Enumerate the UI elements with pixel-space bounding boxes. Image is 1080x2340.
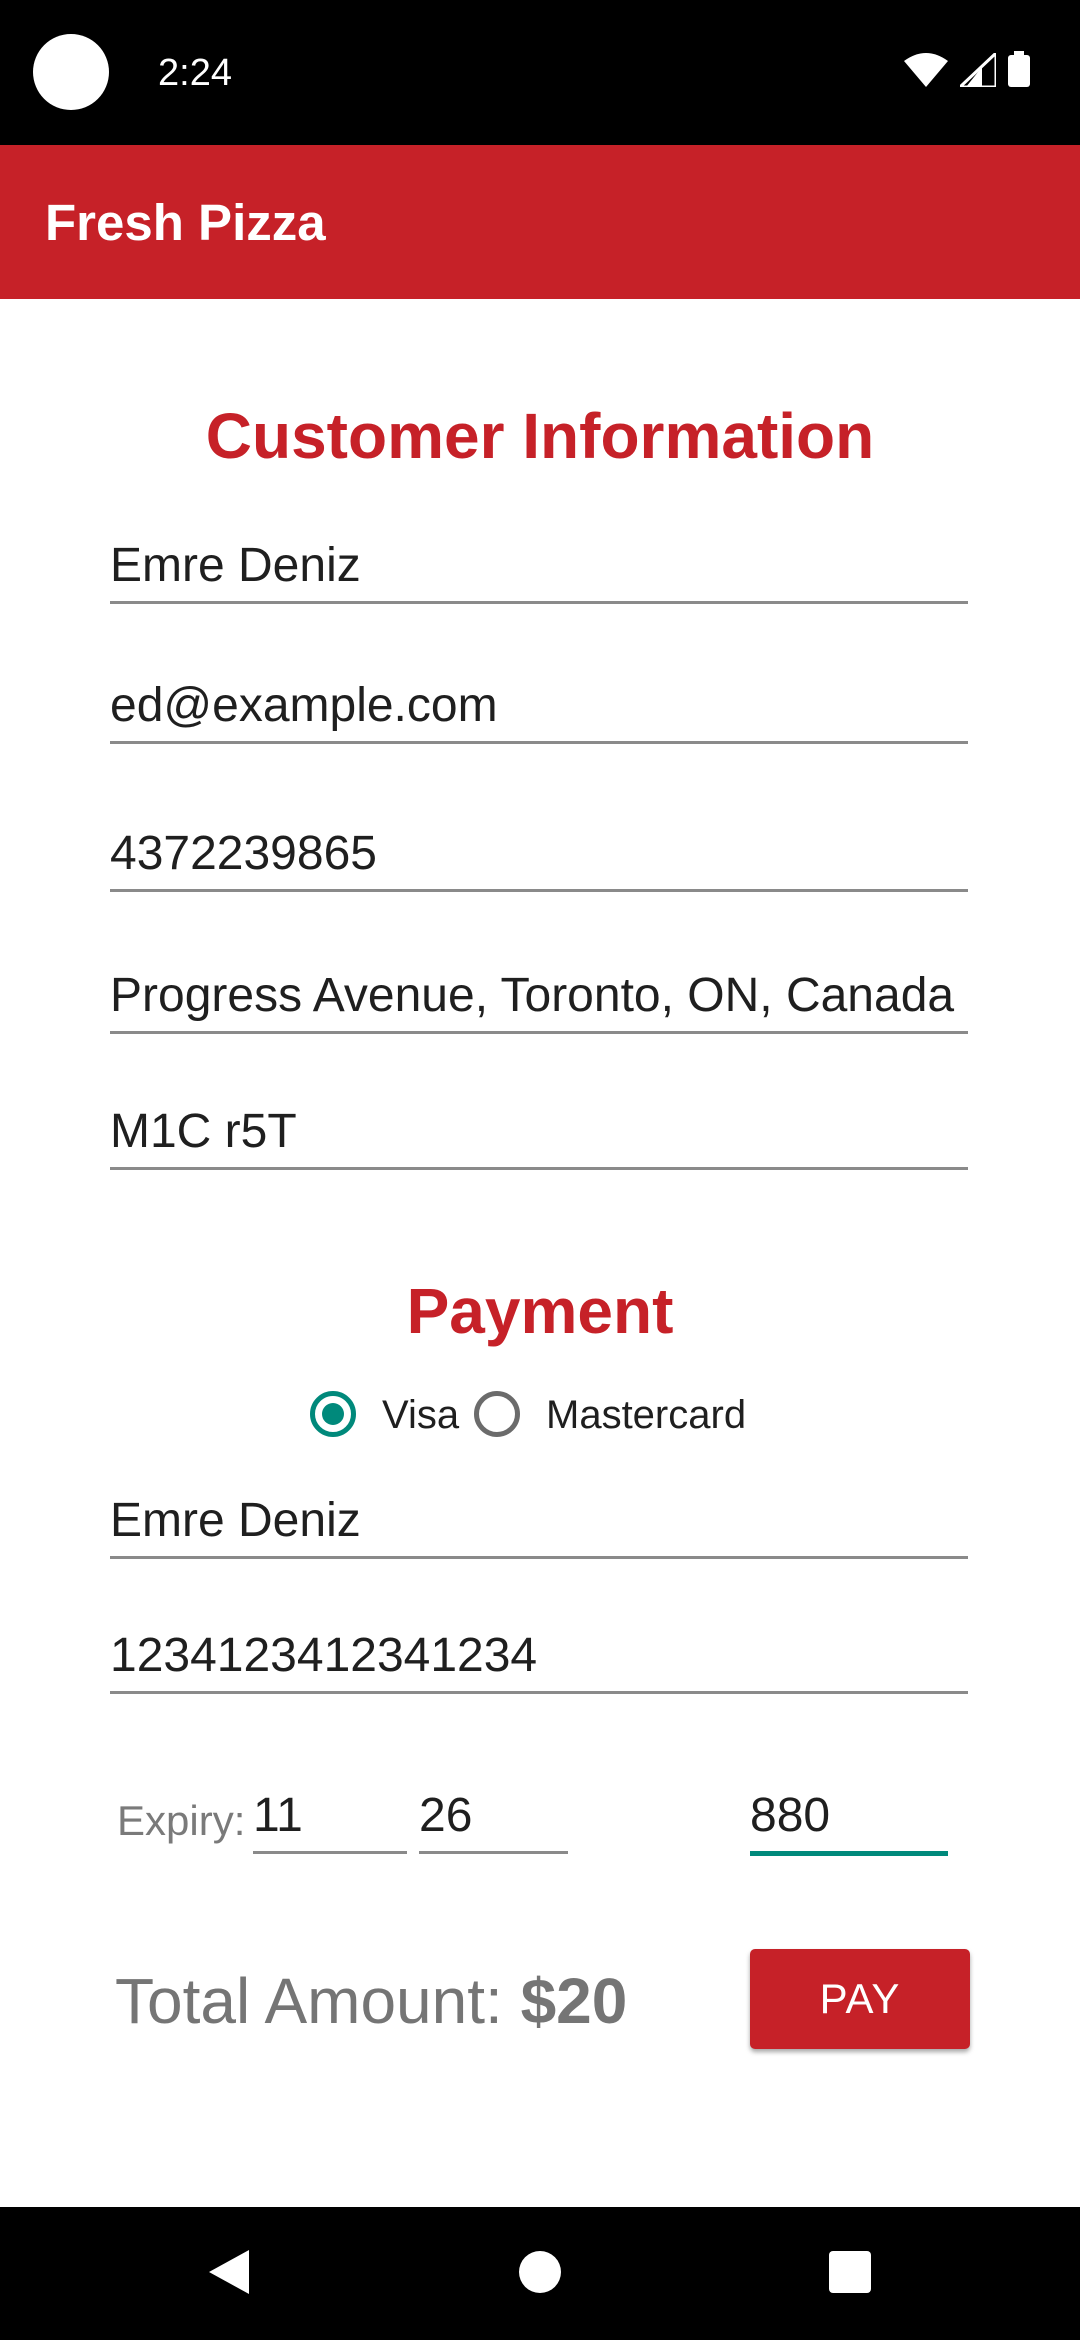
app-bar: Fresh Pizza (0, 145, 1080, 299)
order-form: Customer Information Emre Deniz ed@examp… (0, 299, 1080, 2207)
status-icons (904, 49, 1030, 92)
postal-code-field[interactable]: M1C r5T (110, 1097, 968, 1170)
phone-field[interactable]: 4372239865 (110, 819, 968, 892)
address-field[interactable]: Progress Avenue, Toronto, ON, Canada (110, 961, 968, 1034)
cell-signal-icon (956, 49, 998, 92)
cvv-field[interactable]: 880 (750, 1781, 948, 1856)
visa-label[interactable]: Visa (382, 1393, 459, 1438)
battery-icon (1008, 51, 1030, 92)
payment-heading: Payment (406, 1275, 674, 1347)
total-value: $20 (520, 1965, 628, 2037)
pay-button[interactable]: PAY (750, 1949, 970, 2049)
email-field[interactable]: ed@example.com (110, 671, 968, 744)
back-icon[interactable] (193, 2237, 263, 2307)
total-amount: Total Amount: $20 (115, 1964, 627, 2038)
wifi-icon (904, 53, 948, 92)
navigation-bar (0, 2207, 1080, 2340)
home-icon[interactable] (505, 2237, 575, 2307)
radio-selected-dot (322, 1403, 344, 1425)
mastercard-radio[interactable] (474, 1391, 520, 1437)
status-bar: 2:24 (0, 0, 1080, 145)
app-title: Fresh Pizza (45, 194, 326, 251)
status-time: 2:24 (158, 52, 232, 94)
card-type-radio-group: Visa Mastercard (0, 1389, 1080, 1449)
expiry-month-field[interactable]: 11 (253, 1781, 407, 1854)
total-label: Total Amount: (115, 1965, 503, 2037)
card-number-field[interactable]: 1234123412341234 (110, 1621, 968, 1694)
expiry-year-field[interactable]: 26 (419, 1781, 568, 1854)
customer-name-field[interactable]: Emre Deniz (110, 531, 968, 604)
recents-icon[interactable] (815, 2237, 885, 2307)
phone-screen: 2:24 Fresh Pizza Customer Information Em… (0, 0, 1080, 2340)
mastercard-label[interactable]: Mastercard (546, 1393, 746, 1438)
customer-information-heading: Customer Information (205, 400, 875, 472)
visa-radio[interactable] (310, 1391, 356, 1437)
cardholder-name-field[interactable]: Emre Deniz (110, 1486, 968, 1559)
camera-cutout (33, 34, 109, 110)
expiry-label: Expiry: (117, 1797, 246, 1844)
